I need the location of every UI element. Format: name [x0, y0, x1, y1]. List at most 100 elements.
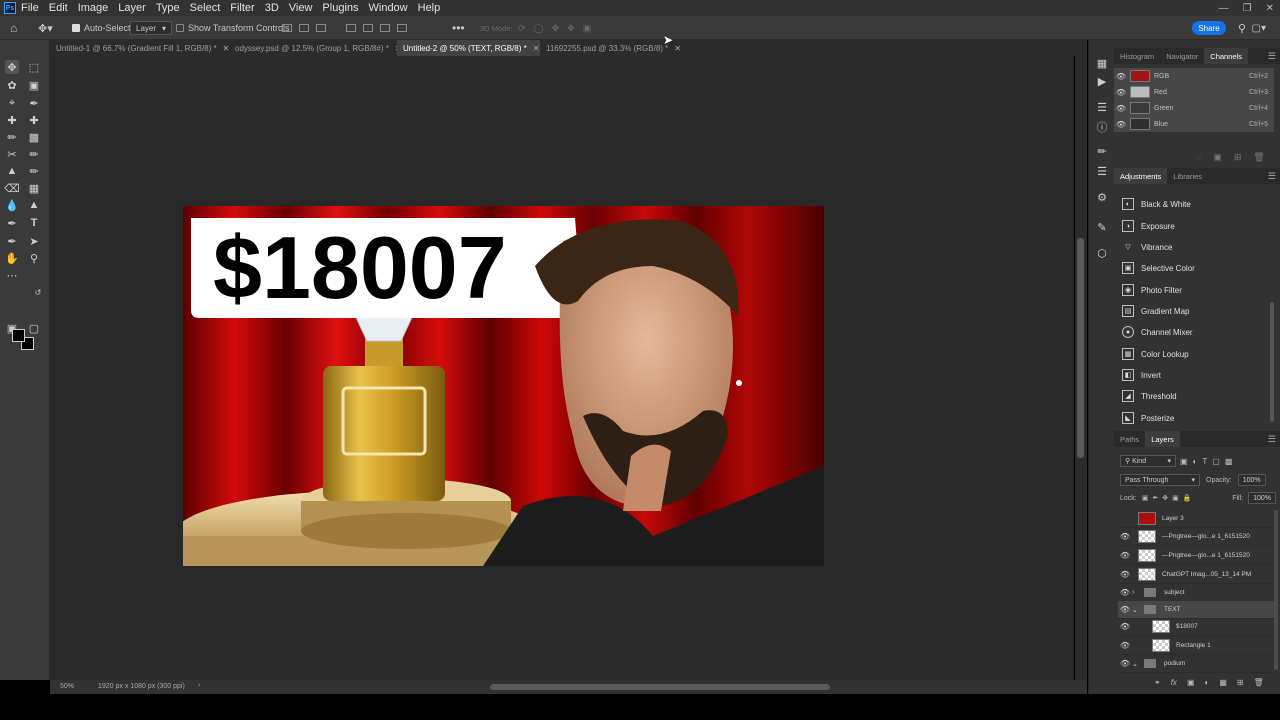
tab-channels[interactable]: Channels	[1204, 48, 1248, 64]
eye-icon[interactable]: 👁	[1114, 88, 1128, 97]
path-selection-icon[interactable]: ✒	[5, 234, 19, 248]
menu-view[interactable]: View	[289, 2, 313, 14]
adjustment-exposure[interactable]: ◑ Exposure	[1122, 216, 1272, 236]
marquee-tool-icon[interactable]: ⬚	[27, 60, 41, 74]
gradient-tool-icon[interactable]: ▦	[27, 181, 41, 195]
panel-menu-icon[interactable]: ☰	[1268, 171, 1276, 182]
layer-row-podium-group[interactable]: 👁 ⌄ podium	[1118, 655, 1274, 673]
layer-row-pngtree-1[interactable]: 👁 —Pngtree—glo...e 1_6151520	[1118, 528, 1274, 546]
panel-menu-icon[interactable]: ☰	[1268, 51, 1276, 62]
share-button[interactable]: Share	[1192, 21, 1226, 35]
layer-row-layer-3[interactable]: 👁 Layer 3	[1118, 510, 1274, 528]
adjustment-selective-color[interactable]: ▣ Selective Color	[1122, 258, 1272, 278]
close-icon[interactable]: ✕	[674, 44, 681, 53]
history-brush-icon[interactable]: ✏	[27, 164, 41, 178]
align-bottom-icon[interactable]	[380, 24, 390, 32]
menu-filter[interactable]: Filter	[230, 2, 254, 14]
auto-select-dropdown[interactable]: Layer ▾	[130, 16, 173, 40]
type-tool-icon[interactable]: T	[27, 216, 41, 230]
fx-icon[interactable]: fx	[1171, 678, 1177, 687]
tab-navigator[interactable]: Navigator	[1160, 48, 1204, 64]
adjust-sliders-icon[interactable]: ☰	[1095, 164, 1109, 178]
adjustment-invert[interactable]: ◧ Invert	[1122, 365, 1272, 385]
new-layer-icon[interactable]: ⊞	[1237, 678, 1244, 687]
vertical-scrollbar[interactable]	[1077, 238, 1084, 458]
auto-select-checkbox[interactable]: Auto-Select:	[72, 16, 133, 40]
search-icon[interactable]: ⚲	[1238, 16, 1246, 40]
pattern-stamp-icon[interactable]: ▩	[27, 130, 41, 144]
opacity-input[interactable]: 100%	[1237, 474, 1266, 486]
adjustment-layer-icon[interactable]: ◐	[1205, 678, 1210, 687]
eye-icon[interactable]: 👁	[1118, 622, 1132, 631]
menu-select[interactable]: Select	[190, 2, 221, 14]
distribute-icon[interactable]	[397, 24, 407, 32]
eye-icon[interactable]: 👁	[1118, 532, 1132, 541]
adjustment-vibrance[interactable]: ▽ Vibrance	[1122, 237, 1272, 257]
channel-red[interactable]: 👁 Red Ctrl+3	[1114, 84, 1274, 100]
align-right-icon[interactable]	[316, 24, 326, 32]
new-group-icon[interactable]: ▦	[1219, 678, 1227, 687]
adjustment-color-lookup[interactable]: ▦ Color Lookup	[1122, 344, 1272, 364]
eye-icon[interactable]: 👁	[1118, 551, 1132, 560]
trash-icon[interactable]: 🗑	[1254, 678, 1264, 687]
minimize-icon[interactable]: —	[1219, 3, 1229, 14]
layer-row-price-text[interactable]: 👁 $18007	[1118, 618, 1274, 636]
eye-hidden-icon[interactable]: 👁	[1118, 514, 1132, 523]
info-panel-icon[interactable]: ⓘ	[1095, 120, 1109, 134]
layer-kind-filter[interactable]: ⚲ Kind ▾	[1120, 455, 1176, 467]
layer-row-pngtree-2[interactable]: 👁 —Pngtree—glo...e 1_6151520	[1118, 547, 1274, 565]
eyedropper-tool-icon[interactable]: ✒	[27, 96, 41, 110]
glyphs-panel-icon[interactable]: ✎	[1095, 220, 1109, 234]
layer-row-chatgpt-image[interactable]: 👁 ChatGPT Imag...05_13_14 PM	[1118, 566, 1274, 584]
close-icon[interactable]: ✕	[533, 44, 540, 53]
layer-filter-icons[interactable]: ▣◐T▢▩	[1180, 457, 1237, 466]
scissors-icon[interactable]: ✂	[5, 147, 19, 161]
layer-row-subject-group[interactable]: 👁 › subject	[1118, 584, 1274, 602]
menu-window[interactable]: Window	[369, 2, 408, 14]
link-layers-icon[interactable]: ⚭	[1154, 678, 1161, 687]
menu-image[interactable]: Image	[78, 2, 109, 14]
panel-menu-icon[interactable]: ☰	[1268, 434, 1276, 445]
tab-histogram[interactable]: Histogram	[1114, 48, 1160, 64]
menu-file[interactable]: File	[21, 2, 39, 14]
3d-roll-icon[interactable]: ◯	[534, 23, 544, 34]
actions-play-icon[interactable]: ▶	[1095, 74, 1109, 88]
align-top-icon[interactable]	[346, 24, 356, 32]
eye-icon[interactable]: 👁	[1118, 659, 1132, 668]
add-mask-icon[interactable]: ▣	[1187, 678, 1195, 687]
chevron-down-icon[interactable]: ⌄	[1132, 660, 1144, 668]
new-channel-icon[interactable]: ⊞	[1234, 152, 1242, 163]
tab-paths[interactable]: Paths	[1114, 431, 1145, 447]
eye-icon[interactable]: 👁	[1114, 104, 1128, 113]
layer-row-rectangle-1[interactable]: 👁 Rectangle 1	[1118, 637, 1274, 655]
history-panel-icon[interactable]: ▦	[1095, 56, 1109, 70]
hand-tool-icon[interactable]: ✋	[5, 251, 19, 265]
tab-odyssey[interactable]: odyssey.psd @ 12.5% (Group 1, RGB/8#) *✕	[229, 40, 402, 56]
menu-layer[interactable]: Layer	[118, 2, 146, 14]
channel-rgb[interactable]: 👁 RGB Ctrl+2	[1114, 68, 1274, 84]
menu-plugins[interactable]: Plugins	[322, 2, 358, 14]
zoom-level[interactable]: 50%	[60, 683, 74, 690]
properties-panel-icon[interactable]: ☰	[1095, 100, 1109, 114]
tools-presets-icon[interactable]: ⚙	[1095, 190, 1109, 204]
channel-green[interactable]: 👁 Green Ctrl+4	[1114, 100, 1274, 116]
edit-toolbar-icon[interactable]: ⋯	[5, 268, 19, 282]
3d-pan-icon[interactable]: ✥	[552, 23, 560, 34]
load-selection-icon[interactable]: ◌	[1196, 152, 1201, 163]
adjustment-photo-filter[interactable]: ◉ Photo Filter	[1122, 280, 1272, 300]
adjustment-channel-mixer[interactable]: ● Channel Mixer	[1122, 322, 1272, 342]
tab-untitled-1[interactable]: Untitled-1 @ 66.7% (Gradient Fill 1, RGB…	[50, 40, 229, 56]
tab-layers[interactable]: Layers	[1145, 431, 1180, 447]
adjustment-gradient-map[interactable]: ▤ Gradient Map	[1122, 301, 1272, 321]
align-middle-icon[interactable]	[363, 24, 373, 32]
stamp-tool-icon[interactable]: ▲	[5, 164, 19, 178]
layers-scrollbar[interactable]	[1274, 510, 1278, 670]
move-tool-preset-icon[interactable]: ✥▾	[38, 16, 53, 40]
zoom-tool-icon[interactable]: ⚲	[27, 251, 41, 265]
save-selection-icon[interactable]: ▣	[1213, 152, 1222, 163]
screen-mode-icon[interactable]: ▢	[27, 321, 41, 335]
3d-slide-icon[interactable]: ✥	[567, 23, 575, 34]
channel-blue[interactable]: 👁 Blue Ctrl+5	[1114, 116, 1274, 132]
workspace-icon[interactable]: ▢▾	[1252, 16, 1266, 40]
lock-icons[interactable]: ▣✒✥▣🔒	[1142, 494, 1196, 502]
